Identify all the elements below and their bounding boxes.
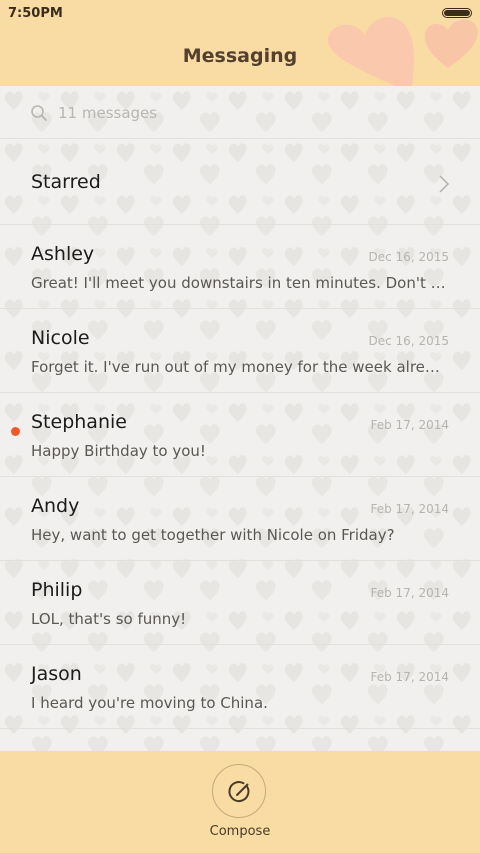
compose-button[interactable] bbox=[212, 764, 266, 818]
contact-name: Stephanie bbox=[31, 411, 127, 433]
footer-toolbar: Compose bbox=[0, 751, 480, 853]
chevron-right-icon bbox=[439, 175, 450, 193]
contact-name: Philip bbox=[31, 579, 83, 601]
unread-indicator bbox=[11, 427, 20, 436]
message-preview: Forget it. I've run out of my money for … bbox=[31, 358, 449, 376]
message-row-andy[interactable]: Andy Feb 17, 2014 Hey, want to get toget… bbox=[0, 477, 480, 561]
search-placeholder: 11 messages bbox=[58, 104, 158, 122]
message-date: Dec 16, 2015 bbox=[368, 250, 449, 264]
starred-label: Starred bbox=[31, 171, 101, 193]
message-preview: Hey, want to get together with Nicole on… bbox=[31, 526, 395, 544]
message-row-nicole[interactable]: Nicole Dec 16, 2015 Forget it. I've run … bbox=[0, 309, 480, 393]
message-preview: LOL, that's so funny! bbox=[31, 610, 187, 628]
message-row-jason[interactable]: Jason Feb 17, 2014 I heard you're moving… bbox=[0, 645, 480, 729]
starred-row[interactable]: Starred bbox=[0, 139, 480, 225]
message-row-ashley[interactable]: Ashley Dec 16, 2015 Great! I'll meet you… bbox=[0, 225, 480, 309]
compose-label: Compose bbox=[209, 824, 271, 839]
status-bar: 7:50PM bbox=[0, 0, 480, 28]
compose-icon bbox=[228, 781, 250, 803]
message-row-stephanie[interactable]: Stephanie Feb 17, 2014 Happy Birthday to… bbox=[0, 393, 480, 477]
message-date: Feb 17, 2014 bbox=[370, 586, 450, 600]
message-preview: I heard you're moving to China. bbox=[31, 694, 268, 712]
message-date: Feb 17, 2014 bbox=[370, 502, 450, 516]
search-icon bbox=[31, 105, 47, 121]
message-date: Dec 16, 2015 bbox=[368, 334, 449, 348]
contact-name: Ashley bbox=[31, 243, 95, 265]
battery-icon bbox=[442, 8, 472, 18]
header: 7:50PM Messaging bbox=[0, 0, 480, 86]
search-bar[interactable]: 11 messages bbox=[0, 86, 480, 139]
message-row-philip[interactable]: Philip Feb 17, 2014 LOL, that's so funny… bbox=[0, 561, 480, 645]
contact-name: Andy bbox=[31, 495, 80, 517]
contact-name: Jason bbox=[31, 663, 82, 685]
status-time: 7:50PM bbox=[8, 6, 63, 21]
page-title: Messaging bbox=[182, 45, 298, 67]
message-date: Feb 17, 2014 bbox=[370, 670, 450, 684]
message-list[interactable]: 11 messages Starred Ashley Dec 16, 2015 … bbox=[0, 86, 480, 751]
message-preview: Happy Birthday to you! bbox=[31, 442, 206, 460]
message-preview: Great! I'll meet you downstairs in ten m… bbox=[31, 274, 449, 292]
contact-name: Nicole bbox=[31, 327, 90, 349]
message-date: Feb 17, 2014 bbox=[370, 418, 450, 432]
